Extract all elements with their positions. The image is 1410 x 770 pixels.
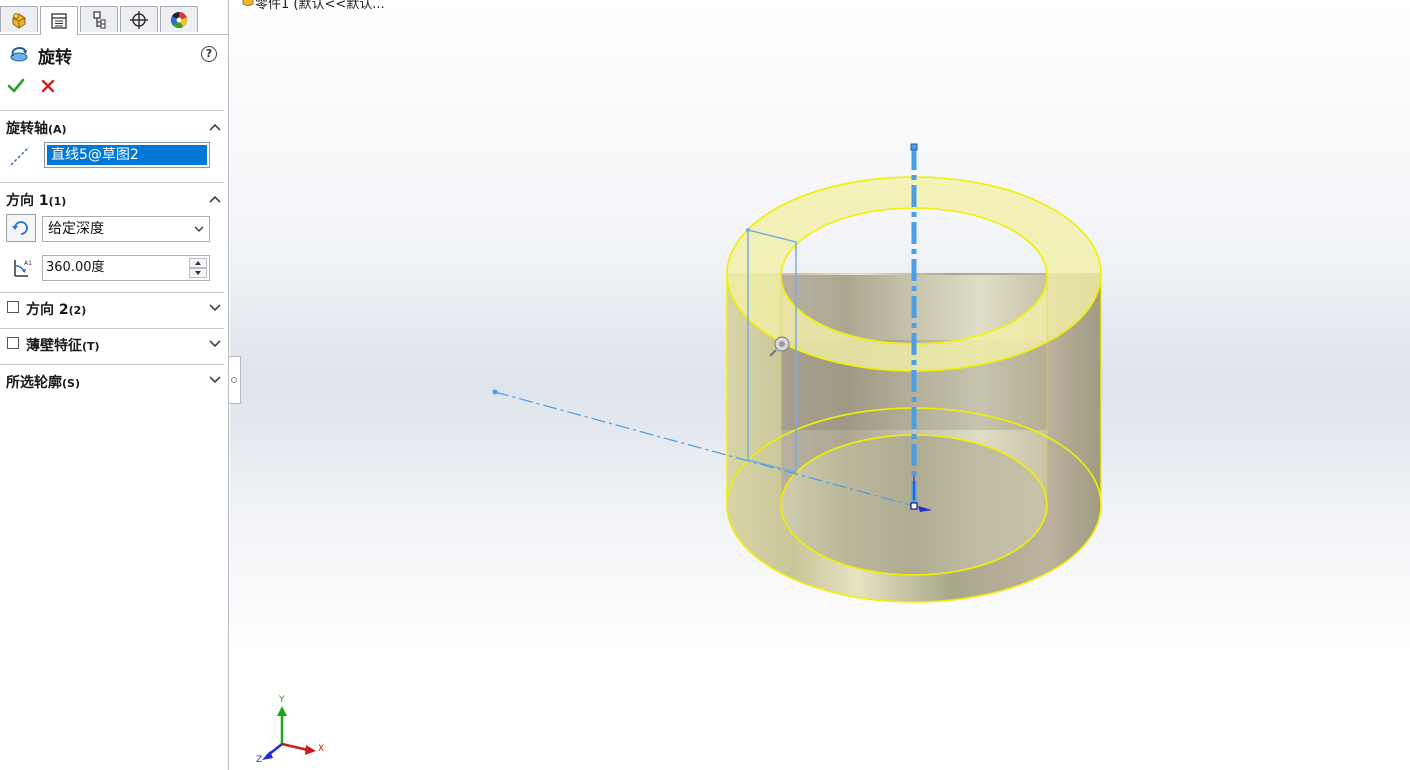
tab-feature-manager[interactable] [0, 6, 38, 32]
ok-button[interactable] [7, 77, 25, 95]
angle-value: 360.00度 [46, 260, 105, 275]
spin-down-button[interactable] [189, 268, 207, 278]
angle-input[interactable]: 360.00度 [42, 255, 210, 281]
feature-title: 旋转 [38, 48, 72, 68]
axis-selection-value: 直线5@草图2 [47, 145, 207, 165]
construction-line-endpoint [492, 389, 498, 395]
triad-z-label: Z [256, 755, 262, 765]
chevron-up-icon[interactable] [208, 194, 222, 204]
axis-selection-field[interactable]: 直线5@草图2 [44, 142, 210, 168]
chevron-down-icon[interactable] [208, 303, 222, 313]
revolve-feature-icon [10, 46, 28, 62]
section-contours-header[interactable]: 所选轮廓(S) [6, 372, 80, 392]
divider [0, 328, 224, 329]
checkmark-icon [7, 78, 25, 93]
end-condition-select[interactable]: 给定深度 [42, 216, 210, 242]
angle-icon: A1 [14, 260, 32, 277]
feature-manager-icon [12, 12, 26, 29]
manager-tabs [0, 6, 229, 35]
section-thin-header[interactable]: 薄壁特征(T) [26, 335, 100, 355]
model-scene[interactable]: Y X Z [230, 0, 1410, 770]
divider [0, 364, 224, 365]
section-thin-key: (T) [82, 340, 100, 353]
origin-point[interactable] [910, 502, 918, 510]
section-axis-key: (A) [48, 123, 67, 136]
property-manager-icon [51, 13, 67, 29]
chevron-down-icon[interactable] [208, 375, 222, 385]
end-condition-value: 给定深度 [48, 221, 104, 237]
tab-configuration-manager[interactable] [80, 6, 118, 32]
caret-down-icon [195, 271, 201, 275]
handle-dot [231, 377, 237, 383]
triad-x-label: X [318, 744, 324, 754]
divider [0, 182, 224, 183]
display-manager-icon [171, 11, 187, 28]
section-direction2-key: (2) [68, 304, 87, 317]
section-thin-title: 薄壁特征 [26, 338, 82, 354]
reverse-direction-icon [12, 221, 28, 235]
section-axis-header[interactable]: 旋转轴(A) [6, 118, 67, 138]
feature-title-row: 旋转 ? [8, 41, 220, 68]
caret-up-icon [195, 261, 201, 265]
spin-up-button[interactable] [189, 258, 207, 268]
section-direction1-header[interactable]: 方向 1(1) [6, 190, 66, 210]
tab-display-manager[interactable] [160, 6, 198, 32]
close-icon [41, 79, 55, 93]
thin-feature-checkbox[interactable] [7, 337, 19, 349]
chevron-down-icon [194, 226, 204, 232]
section-contours-key: (S) [62, 377, 80, 390]
configuration-manager-icon [93, 10, 106, 28]
graphics-viewport[interactable]: 零件1 (默认<<默认... Y X Z [230, 0, 1410, 770]
section-axis-title: 旋转轴 [6, 121, 48, 137]
section-direction1-key: (1) [48, 195, 67, 208]
svg-text:A1: A1 [24, 260, 32, 267]
sketch-point [746, 228, 750, 232]
cancel-button[interactable] [40, 78, 56, 94]
chevron-down-icon[interactable] [208, 339, 222, 349]
panel-collapse-handle[interactable] [229, 356, 241, 404]
section-contours-title: 所选轮廓 [6, 375, 62, 391]
chevron-up-icon[interactable] [208, 122, 222, 132]
tab-dimxpert-manager[interactable] [120, 6, 158, 32]
direction2-checkbox[interactable] [7, 301, 19, 313]
reverse-direction-button[interactable] [6, 214, 36, 242]
property-manager-panel: 旋转 ? 旋转轴(A) 直线5@草图2 方向 1(1) 给定深度 A1 360.… [0, 0, 229, 770]
section-direction1-title: 方向 1 [6, 193, 49, 209]
axis-line-icon [10, 146, 30, 166]
dimxpert-manager-icon [130, 10, 148, 29]
tab-property-manager[interactable] [40, 6, 78, 35]
axis-endpoint[interactable] [910, 143, 918, 151]
section-direction2-title: 方向 2 [26, 302, 69, 318]
help-icon[interactable]: ? [201, 46, 217, 62]
triad-y-label: Y [278, 695, 285, 705]
section-direction2-header[interactable]: 方向 2(2) [26, 299, 86, 319]
divider [0, 292, 224, 293]
reference-triad[interactable]: Y X Z [256, 695, 324, 765]
divider [0, 110, 224, 111]
